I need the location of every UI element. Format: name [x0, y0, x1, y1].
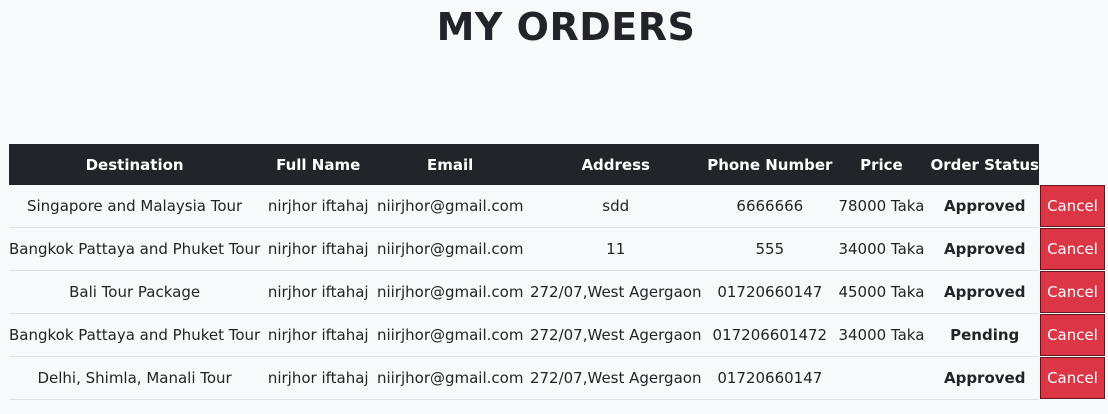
cell-action: Cancel	[1039, 271, 1105, 314]
cell-phone-number: 555	[707, 227, 833, 271]
column-header-address: Address	[524, 144, 708, 185]
cancel-button[interactable]: Cancel	[1040, 271, 1105, 313]
cancel-button[interactable]: Cancel	[1040, 185, 1105, 228]
status-badge: Approved	[930, 356, 1039, 400]
cell-action: Cancel	[1039, 357, 1105, 400]
cell-full-name: nirjhor iftahaj	[260, 227, 377, 271]
cell-address: 11	[524, 227, 708, 271]
status-badge: Pending	[930, 313, 1039, 357]
table-body: Singapore and Malaysia Tour nirjhor ifta…	[9, 185, 1105, 400]
cell-action: Cancel	[1039, 228, 1105, 271]
cell-address: 272/07,West Agergaon	[524, 313, 708, 357]
column-header-email: Email	[376, 144, 525, 185]
table-header: Destination Full Name Email Address Phon…	[9, 144, 1105, 185]
column-header-price: Price	[832, 144, 931, 185]
column-header-full-name: Full Name	[260, 144, 377, 185]
cell-email: niirjhor@gmail.com	[376, 356, 525, 400]
table-header-row: Destination Full Name Email Address Phon…	[9, 144, 1105, 185]
cell-email: niirjhor@gmail.com	[376, 313, 525, 357]
cell-destination: Delhi, Shimla, Manali Tour	[9, 356, 261, 400]
cell-email: niirjhor@gmail.com	[376, 270, 525, 314]
cancel-button[interactable]: Cancel	[1040, 357, 1105, 399]
cell-full-name: nirjhor iftahaj	[260, 356, 377, 400]
table-row: Bali Tour Package nirjhor iftahaj niirjh…	[9, 270, 1105, 314]
cell-phone-number: 6666666	[707, 185, 833, 228]
cell-destination: Bali Tour Package	[9, 270, 261, 314]
cancel-button[interactable]: Cancel	[1040, 314, 1105, 356]
cell-phone-number: 01720660147	[707, 270, 833, 314]
table-row: Delhi, Shimla, Manali Tour nirjhor iftah…	[9, 356, 1105, 400]
cell-email: niirjhor@gmail.com	[376, 227, 525, 271]
column-header-destination: Destination	[9, 144, 261, 185]
cell-action: Cancel	[1039, 185, 1105, 228]
table-row: Singapore and Malaysia Tour nirjhor ifta…	[9, 185, 1105, 228]
column-header-phone-number: Phone Number	[707, 144, 833, 185]
cell-price: 34000 Taka	[832, 227, 931, 271]
status-badge: Approved	[930, 227, 1039, 271]
table-row: Bangkok Pattaya and Phuket Tour nirjhor …	[9, 313, 1105, 357]
column-header-action	[1039, 144, 1105, 185]
cell-email: niirjhor@gmail.com	[376, 185, 525, 228]
cell-price: 45000 Taka	[832, 270, 931, 314]
cell-phone-number: 01720660147	[707, 356, 833, 400]
status-badge: Approved	[930, 270, 1039, 314]
cell-address: sdd	[524, 185, 708, 228]
table-row: Bangkok Pattaya and Phuket Tour nirjhor …	[9, 227, 1105, 271]
status-badge: Approved	[930, 185, 1039, 228]
cell-phone-number: 017206601472	[707, 313, 833, 357]
cell-price: 78000 Taka	[832, 185, 931, 228]
cell-destination: Bangkok Pattaya and Phuket Tour	[9, 227, 261, 271]
cell-full-name: nirjhor iftahaj	[260, 313, 377, 357]
cell-destination: Singapore and Malaysia Tour	[9, 185, 261, 228]
cell-price: 34000 Taka	[832, 313, 931, 357]
cell-full-name: nirjhor iftahaj	[260, 185, 377, 228]
cancel-button[interactable]: Cancel	[1040, 228, 1105, 270]
cell-destination: Bangkok Pattaya and Phuket Tour	[9, 313, 261, 357]
page-title: MY ORDERS	[436, 5, 696, 49]
cell-address: 272/07,West Agergaon	[524, 270, 708, 314]
cell-action: Cancel	[1039, 314, 1105, 357]
column-header-order-status: Order Status	[930, 144, 1039, 185]
orders-table: Destination Full Name Email Address Phon…	[9, 144, 1105, 400]
cell-address: 272/07,West Agergaon	[524, 356, 708, 400]
cell-full-name: nirjhor iftahaj	[260, 270, 377, 314]
cell-price	[832, 356, 931, 400]
